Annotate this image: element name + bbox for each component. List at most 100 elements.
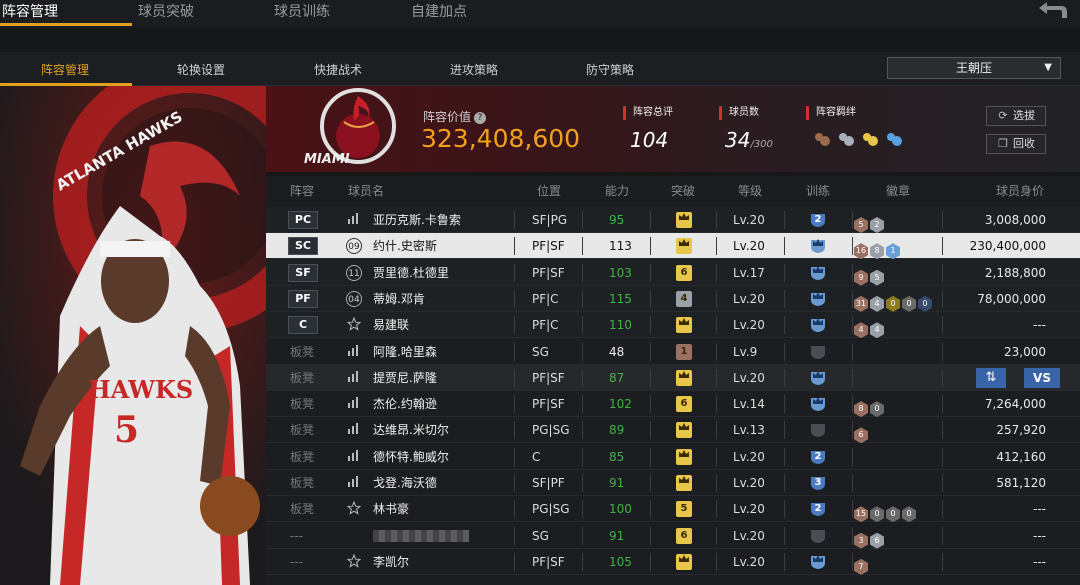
player-rating: 95 bbox=[609, 213, 625, 227]
player-badges[interactable]: 52 bbox=[854, 212, 886, 233]
badge-icon: 6 bbox=[854, 427, 868, 444]
player-badges[interactable]: 6 bbox=[854, 422, 870, 444]
slot-position-badge[interactable]: SC bbox=[288, 237, 318, 256]
player-badges[interactable]: 95 bbox=[854, 265, 886, 286]
player-name[interactable]: 达维昂.米切尔 bbox=[373, 417, 449, 443]
breakthrough-badge: 5 bbox=[676, 501, 692, 518]
slot-label: 板凳 bbox=[290, 370, 315, 385]
player-name[interactable]: 杰伦.约翰逊 bbox=[373, 391, 437, 417]
roster-table: 阵容 球员名 位置 能力 突破 等级 训练 徽章 球员身价 PC 亚历克斯.卡鲁索… bbox=[266, 176, 1080, 585]
col-name: 球员名 bbox=[348, 184, 385, 198]
breakthrough-badge bbox=[676, 553, 692, 570]
player-name-blurred[interactable] bbox=[373, 523, 469, 549]
player-name[interactable]: 约什.史密斯 bbox=[373, 233, 437, 259]
subtab-lineup[interactable]: 阵容管理 bbox=[41, 61, 89, 78]
player-name[interactable]: 蒂姆.邓肯 bbox=[373, 286, 425, 312]
player-name[interactable]: 戈登.海沃德 bbox=[373, 470, 437, 496]
slot-label: 板凳 bbox=[290, 502, 315, 517]
player-level: Lv.20 bbox=[733, 239, 765, 254]
swap-button[interactable]: ⇅ bbox=[976, 367, 1006, 388]
player-badges[interactable]: 15 0 0 0 bbox=[854, 501, 918, 523]
table-row[interactable]: C 易建联 PF|C 110 Lv.20 4 4 --- bbox=[266, 312, 1080, 339]
table-row[interactable]: SC 09 约什.史密斯 PF|SF 113 Lv.20 16 8 1 230,400,000 bbox=[266, 233, 1080, 260]
badge-icon: 31 bbox=[854, 295, 868, 312]
back-button[interactable] bbox=[1034, 0, 1070, 22]
player-rating: 91 bbox=[609, 528, 625, 543]
recycle-button[interactable]: ❐ 回收 bbox=[986, 134, 1046, 154]
subtab-rotation[interactable]: 轮换设置 bbox=[177, 61, 225, 78]
player-name[interactable]: 提贾尼.萨隆 bbox=[373, 365, 437, 391]
subtab-quick-tactics[interactable]: 快捷战术 bbox=[314, 61, 362, 78]
slot-position-badge[interactable]: PF bbox=[288, 289, 318, 308]
subtab-defense[interactable]: 防守策略 bbox=[586, 61, 634, 78]
table-row[interactable]: --- 李凯尔 PF|SF 105 Lv.20 7 --- bbox=[266, 548, 1080, 575]
player-name[interactable]: 亚历克斯.卡鲁索 bbox=[373, 207, 461, 233]
tab-player-training[interactable]: 球员训练 bbox=[274, 0, 330, 26]
badge-icon: 16 bbox=[854, 243, 868, 260]
player-name[interactable]: 林书豪 bbox=[373, 496, 409, 522]
jersey-number-icon bbox=[346, 528, 362, 544]
breakthrough-badge: 4 bbox=[676, 290, 692, 307]
player-name[interactable]: 贾里德.杜德里 bbox=[373, 260, 449, 286]
player-badges[interactable]: 36 bbox=[854, 528, 886, 549]
player-salary: --- bbox=[1033, 502, 1046, 517]
tab-player-breakthrough[interactable]: 球员突破 bbox=[138, 0, 194, 26]
table-row[interactable]: 板凳 达维昂.米切尔 PG|SG 89 Lv.13 6 257,920 bbox=[266, 417, 1080, 444]
help-icon[interactable]: ? bbox=[474, 111, 487, 124]
refresh-icon: ⟳ bbox=[998, 109, 1008, 122]
table-row[interactable]: 板凳 杰伦.约翰逊 PF|SF 102 6 Lv.14 8 0 7,264,000 bbox=[266, 391, 1080, 418]
training-shield-icon: 2 bbox=[809, 449, 827, 465]
player-name[interactable]: 阿隆.哈里森 bbox=[373, 339, 437, 365]
badge-icon: 0 bbox=[870, 401, 884, 418]
table-row[interactable]: --- SG 91 6 Lv.20 3 6 --- bbox=[266, 522, 1080, 549]
col-badges: 徽章 bbox=[886, 184, 911, 198]
lineup-value-label: 阵容价值? bbox=[423, 108, 487, 125]
training-shield-icon bbox=[809, 554, 827, 570]
subtab-offense[interactable]: 进攻策略 bbox=[450, 61, 498, 78]
chemistry-gold-icon bbox=[863, 133, 878, 146]
table-row[interactable]: 板凳 林书豪 PG|SG 100 5 Lv.20 2 15 0 0 0 --- bbox=[266, 496, 1080, 523]
slot-position-badge[interactable]: SF bbox=[288, 263, 318, 282]
player-salary: 230,400,000 bbox=[969, 239, 1046, 254]
select-button[interactable]: ⟳ 选拔 bbox=[986, 106, 1046, 126]
player-badges[interactable]: 80 bbox=[854, 396, 886, 418]
player-badges[interactable]: 7 bbox=[854, 554, 870, 575]
player-name[interactable]: 德怀特.鲍威尔 bbox=[373, 444, 449, 470]
badge-icon: 8 bbox=[870, 243, 884, 260]
chemistry-icons[interactable] bbox=[813, 130, 913, 150]
player-position: SG bbox=[532, 344, 549, 359]
tab-custom-points[interactable]: 自建加点 bbox=[411, 0, 467, 26]
player-badges[interactable]: 31 4 0 0 0 bbox=[854, 291, 934, 312]
player-rating: 103 bbox=[609, 265, 632, 280]
table-row[interactable]: 板凳 阿隆.哈里森 SG 48 1 Lv.9 23,000 bbox=[266, 338, 1080, 365]
breakthrough-badge: 6 bbox=[676, 396, 692, 413]
player-rating: 110 bbox=[609, 318, 632, 333]
table-row[interactable]: SF 11 贾里德.杜德里 PF|SF 103 6 Lv.17 9 5 2,188,800 bbox=[266, 259, 1080, 286]
col-position: 位置 bbox=[537, 184, 562, 198]
table-row[interactable]: 板凳 德怀特.鲍威尔 C 85 Lv.20 2 412,160 bbox=[266, 443, 1080, 470]
training-shield-icon bbox=[809, 265, 827, 281]
player-name[interactable]: 易建联 bbox=[373, 312, 409, 338]
breakthrough-badge bbox=[676, 448, 692, 465]
chemistry-label: 阵容羁绊 bbox=[806, 106, 856, 120]
player-badges[interactable]: 16 8 1 bbox=[854, 238, 902, 260]
player-badges[interactable]: 44 bbox=[854, 317, 886, 339]
player-salary: --- bbox=[1033, 318, 1046, 333]
player-position: PF|SF bbox=[532, 265, 565, 280]
table-row[interactable]: 板凳 提贾尼.萨隆 PF|SF 87 Lv.20 ⇅ VS bbox=[266, 364, 1080, 391]
team-select-dropdown[interactable]: 王朝压 ▼ bbox=[887, 57, 1061, 79]
table-header: 阵容 球员名 位置 能力 突破 等级 训练 徽章 球员身价 bbox=[266, 176, 1080, 204]
slot-position-badge[interactable]: PC bbox=[288, 211, 318, 229]
badge-icon: 6 bbox=[870, 532, 884, 549]
table-row[interactable]: PC 亚历克斯.卡鲁索 SF|PG 95 Lv.20 2 5 2 3,008,000 bbox=[266, 207, 1080, 233]
col-breakthrough: 突破 bbox=[671, 184, 696, 198]
slot-label: 板凳 bbox=[290, 423, 315, 438]
lineup-rating-label: 阵容总评 bbox=[623, 106, 673, 120]
player-salary: 257,920 bbox=[996, 423, 1046, 438]
badge-icon: 8 bbox=[854, 401, 868, 418]
slot-position-badge[interactable]: C bbox=[288, 316, 318, 335]
table-row[interactable]: 板凳 戈登.海沃德 SF|PF 91 Lv.20 3 581,120 bbox=[266, 470, 1080, 496]
compare-vs-button[interactable]: VS bbox=[1024, 367, 1060, 388]
table-row[interactable]: PF 04 蒂姆.邓肯 PF|C 115 4 Lv.20 31 4 0 0 0 78,000,000 bbox=[266, 285, 1080, 312]
player-name[interactable]: 李凯尔 bbox=[373, 549, 409, 575]
